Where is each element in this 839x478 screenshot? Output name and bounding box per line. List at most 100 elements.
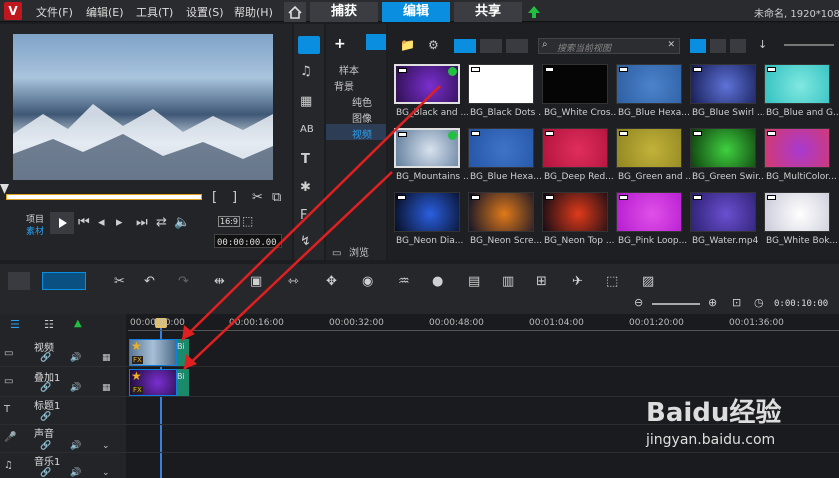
menu-tools[interactable]: 工具(T) — [136, 4, 173, 20]
subtitle-icon[interactable]: ▤ — [468, 274, 480, 289]
split-screen-icon[interactable]: ⊞ — [536, 274, 547, 289]
tab-share[interactable]: 共享 — [454, 2, 522, 22]
library-thumbnail[interactable] — [616, 64, 682, 104]
upload-icon[interactable] — [526, 4, 542, 20]
link-icon[interactable]: 🔗 — [40, 441, 51, 451]
record-icon[interactable]: ▨ — [642, 274, 654, 289]
scrub-handle[interactable] — [0, 184, 9, 194]
split-icon[interactable]: ✂ — [252, 190, 263, 205]
library-thumbnail[interactable] — [542, 192, 608, 232]
multicam-icon[interactable]: ▥ — [502, 274, 514, 289]
fit-icon[interactable]: ⇹ — [214, 274, 225, 289]
view-grid-button[interactable] — [730, 39, 746, 53]
color-icon[interactable]: ◉ — [362, 274, 373, 289]
storyboard-view-button[interactable] — [8, 272, 30, 290]
link-icon[interactable]: 🔗 — [40, 468, 51, 478]
filter-audio-button[interactable] — [506, 39, 528, 53]
library-thumbnail[interactable] — [468, 128, 534, 168]
import-folder-icon[interactable]: 📁 — [400, 38, 415, 52]
library-thumbnail[interactable] — [764, 64, 830, 104]
path-icon[interactable]: ↯ — [300, 234, 311, 249]
project-duration[interactable]: 0:00:10:00 — [774, 299, 828, 309]
crop-icon[interactable]: ⬚ — [242, 214, 253, 228]
browse-button[interactable]: ▭ 浏览 — [332, 244, 369, 259]
enlarge-icon[interactable]: ⧉ — [272, 190, 281, 205]
library-thumbnail[interactable] — [394, 128, 460, 168]
library-thumbnail[interactable] — [616, 192, 682, 232]
menu-edit[interactable]: 编辑(E) — [86, 4, 124, 20]
sort-icon[interactable]: ↓ — [758, 38, 767, 51]
add-marker-icon[interactable]: ▲ — [74, 318, 82, 329]
library-thumbnail[interactable] — [542, 64, 608, 104]
instant-project-icon[interactable]: ♫ — [300, 64, 312, 79]
menu-help[interactable]: 帮助(H) — [234, 4, 273, 20]
view-list-button[interactable] — [690, 39, 706, 53]
volume-icon[interactable]: 🔈 — [174, 215, 190, 230]
overlay-clip[interactable]: ★ FX — [129, 369, 177, 396]
clear-search-icon[interactable]: ✕ — [667, 40, 675, 50]
library-thumbnail[interactable] — [394, 192, 460, 232]
scrub-bar[interactable] — [6, 194, 202, 200]
tree-sample[interactable]: 样本 — [339, 62, 359, 77]
transition-icon[interactable]: ▦ — [300, 94, 312, 109]
fx-icon[interactable]: F — [300, 208, 307, 223]
filter-icon[interactable]: ✱ — [300, 180, 311, 195]
track-grid-icon[interactable]: ▦ — [102, 353, 111, 363]
filter-image-button[interactable] — [480, 39, 502, 53]
video-clip-end[interactable]: Bi — [177, 339, 189, 366]
track-volume-icon[interactable]: 🔊 — [70, 383, 81, 393]
video-clip[interactable]: ★ FX — [129, 339, 177, 366]
track-volume-icon[interactable]: 🔊 — [70, 353, 81, 363]
title-icon[interactable]: AB — [300, 124, 314, 135]
link-icon[interactable]: 🔗 — [40, 383, 51, 393]
fit-project-icon[interactable]: ⊡ — [732, 296, 741, 309]
track-grid-icon[interactable]: ▦ — [102, 383, 111, 393]
tree-video-selected[interactable]: 视频 — [326, 124, 386, 141]
link-icon[interactable]: 🔗 — [40, 353, 51, 363]
pin-icon[interactable] — [366, 34, 386, 50]
tab-capture[interactable]: 捕获 — [310, 2, 378, 22]
tree-background[interactable]: 背景 — [334, 78, 354, 93]
track-manager-icon[interactable]: ☰ — [10, 318, 20, 331]
home-button[interactable] — [284, 2, 306, 22]
library-thumbnail[interactable] — [468, 192, 534, 232]
library-thumbnail[interactable] — [764, 128, 830, 168]
expand-track-icon[interactable]: ⌄ — [102, 468, 110, 478]
split-timeline-icon[interactable]: ⇿ — [288, 274, 299, 289]
zoom-in-icon[interactable]: ⊕ — [708, 296, 717, 309]
settings-icon[interactable]: ⚙ — [428, 38, 439, 52]
prev-frame-icon[interactable]: ◂ — [98, 215, 105, 230]
mask-icon[interactable]: ● — [432, 274, 443, 289]
filter-video-button[interactable] — [454, 39, 476, 53]
track-volume-icon[interactable]: 🔊 — [70, 468, 81, 478]
crop-timeline-icon[interactable]: ▣ — [250, 274, 262, 289]
motion-track-icon[interactable]: ✈ — [572, 274, 583, 289]
undo-icon[interactable]: ↶ — [144, 274, 155, 289]
overlay-clip-end[interactable]: Bi — [177, 369, 189, 396]
library-thumbnail[interactable] — [468, 64, 534, 104]
clip-mode-label[interactable]: 素材 — [26, 224, 44, 237]
home-start-icon[interactable]: ⏮ — [78, 215, 90, 230]
redo-icon[interactable]: ↷ — [178, 274, 189, 289]
library-thumbnail[interactable] — [394, 64, 460, 104]
timeline-view-button[interactable] — [42, 272, 86, 290]
tools-icon[interactable]: ✂ — [114, 274, 125, 289]
zoom-slider[interactable] — [652, 303, 700, 305]
library-thumbnail[interactable] — [542, 128, 608, 168]
menu-file[interactable]: 文件(F) — [36, 4, 73, 20]
expand-track-icon[interactable]: ⌄ — [102, 441, 110, 451]
media-icon[interactable] — [298, 36, 320, 54]
mark-in-icon[interactable]: [ — [212, 190, 217, 205]
tree-image[interactable]: 图像 — [352, 110, 372, 125]
play-button[interactable] — [50, 212, 74, 234]
menu-settings[interactable]: 设置(S) — [186, 4, 224, 20]
text-icon[interactable]: T — [301, 152, 310, 167]
track-volume-icon[interactable]: 🔊 — [70, 441, 81, 451]
library-thumbnail[interactable] — [690, 64, 756, 104]
chapter-icon[interactable]: ☷ — [44, 318, 54, 331]
add-folder-icon[interactable]: + — [334, 36, 346, 52]
repeat-icon[interactable]: ⇄ — [156, 215, 167, 230]
library-thumbnail[interactable] — [764, 192, 830, 232]
next-frame-icon[interactable]: ▸ — [116, 215, 123, 230]
zoom-out-icon[interactable]: ⊖ — [634, 296, 643, 309]
